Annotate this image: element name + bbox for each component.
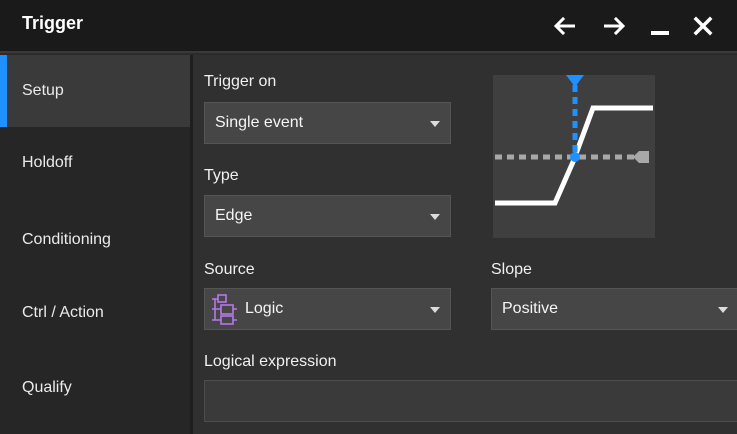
minimize-button[interactable]	[643, 8, 677, 44]
sidebar-item-label: Ctrl / Action	[22, 304, 104, 321]
forward-button[interactable]	[598, 8, 632, 44]
sidebar-item-label: Setup	[22, 82, 64, 99]
chevron-down-icon	[430, 121, 440, 127]
window-title: Trigger	[22, 13, 84, 33]
type-dropdown[interactable]: Edge	[204, 195, 451, 237]
close-icon	[693, 16, 713, 36]
minimize-icon	[651, 31, 669, 35]
sidebar-item-ctrl-action[interactable]: Ctrl / Action	[0, 277, 190, 349]
trigger-on-value: Single event	[215, 114, 304, 131]
source-value: Logic	[245, 300, 284, 317]
slope-label: Slope	[491, 261, 532, 278]
sidebar-item-setup[interactable]: Setup	[0, 55, 190, 127]
back-icon	[553, 17, 575, 35]
chevron-down-icon	[430, 214, 440, 220]
slope-value: Positive	[502, 300, 559, 317]
trigger-on-label: Trigger on	[204, 73, 277, 90]
sidebar-item-label: Holdoff	[22, 154, 73, 171]
positive-edge-trigger-icon	[495, 75, 653, 206]
logical-expression-field[interactable]	[204, 380, 737, 422]
close-button[interactable]	[686, 8, 720, 44]
slope-dropdown[interactable]: Positive	[491, 288, 737, 330]
source-label: Source	[204, 261, 255, 278]
trigger-on-dropdown[interactable]: Single event	[204, 102, 451, 144]
back-button[interactable]	[547, 8, 581, 44]
sidebar-item-label: Conditioning	[22, 231, 111, 248]
title-bar: Trigger	[0, 0, 737, 53]
sidebar-item-qualify[interactable]: Qualify	[0, 352, 190, 424]
edge-trigger-preview	[493, 75, 655, 238]
logical-expression-label: Logical expression	[204, 353, 337, 370]
sidebar-item-conditioning[interactable]: Conditioning	[0, 204, 190, 276]
sidebar: Setup Holdoff Conditioning Ctrl / Action…	[0, 55, 190, 434]
sidebar-item-label: Qualify	[22, 379, 72, 396]
sidebar-item-holdoff[interactable]: Holdoff	[0, 127, 190, 199]
logic-gates-icon	[212, 294, 237, 325]
type-value: Edge	[215, 207, 253, 224]
source-dropdown[interactable]: Logic	[204, 288, 451, 330]
forward-icon	[604, 17, 626, 35]
setup-panel: Trigger on Single event Type Edge Source…	[193, 55, 737, 434]
chevron-down-icon	[718, 307, 728, 313]
type-label: Type	[204, 167, 239, 184]
chevron-down-icon	[430, 307, 440, 313]
